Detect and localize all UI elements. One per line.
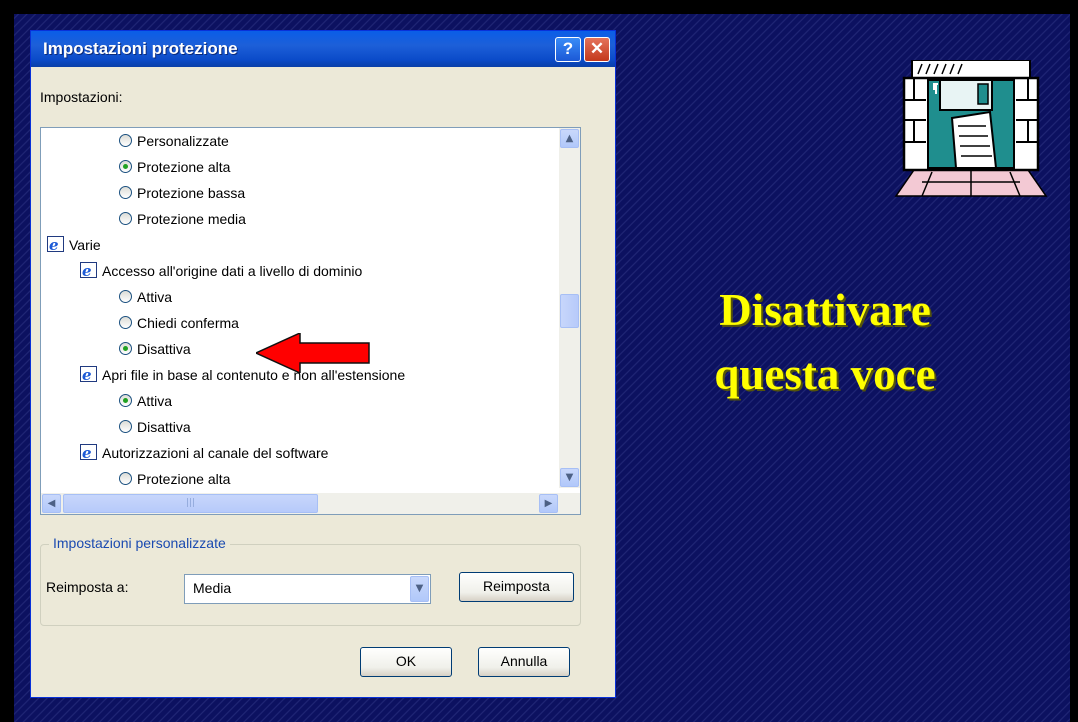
internet-explorer-icon: e xyxy=(47,236,64,254)
chevron-down-icon[interactable]: ▼ xyxy=(410,576,429,602)
tree-item-label: Protezione alta xyxy=(137,159,231,175)
headline-line-2: questa voce xyxy=(714,349,936,399)
reset-level-select[interactable]: Media ▼ xyxy=(184,574,431,604)
headline-line-1: Disattivare xyxy=(719,285,931,335)
scroll-up-icon[interactable]: ▲ xyxy=(560,129,579,148)
tree-item-label: Accesso all'origine dati a livello di do… xyxy=(102,263,363,279)
slide-frame-top xyxy=(0,0,1078,14)
radio-unchecked-icon xyxy=(119,186,132,199)
ok-button[interactable]: OK xyxy=(360,647,452,677)
scroll-down-icon[interactable]: ▼ xyxy=(560,468,579,487)
tree-item-label: Attiva xyxy=(137,393,173,409)
tree-item-label: Varie xyxy=(69,237,101,253)
help-button[interactable]: ? xyxy=(555,37,581,62)
radio-unchecked-icon xyxy=(119,212,132,225)
tree-item-label: Disattiva xyxy=(137,419,191,435)
slide-frame-left xyxy=(0,0,14,722)
horizontal-scroll-thumb[interactable]: ||| xyxy=(63,494,318,513)
scroll-left-icon[interactable]: ◀ xyxy=(42,494,61,513)
settings-label: Impostazioni: xyxy=(40,89,123,105)
instruction-headline: Disattivare questa voce xyxy=(640,278,1010,406)
close-button[interactable]: ✕ xyxy=(584,37,610,62)
internet-explorer-icon: e xyxy=(80,444,97,462)
tree-item-label: Attiva xyxy=(137,289,173,305)
radio-checked-icon xyxy=(119,160,132,173)
radio-unchecked-icon xyxy=(119,420,132,433)
radio-unchecked-icon xyxy=(119,290,132,303)
custom-settings-legend: Impostazioni personalizzate xyxy=(49,535,230,551)
vertical-scrollbar[interactable]: ▲ ▼ xyxy=(559,128,580,488)
reset-level-value: Media xyxy=(193,580,232,596)
tree-item-label: Autorizzazioni al canale del software xyxy=(102,445,329,461)
tree-item-label: Personalizzate xyxy=(137,133,229,149)
internet-explorer-icon: e xyxy=(80,262,97,280)
settings-tree-list[interactable]: Protezione alta e Autorizzazioni al canale… xyxy=(40,127,581,515)
radio-unchecked-icon xyxy=(119,134,132,147)
red-arrow-icon xyxy=(256,333,370,373)
radio-checked-icon xyxy=(119,342,132,355)
reset-button[interactable]: Reimposta xyxy=(459,572,574,602)
tree-item-label: Disattiva xyxy=(137,341,191,357)
vertical-scroll-thumb[interactable] xyxy=(560,294,579,328)
reset-to-label: Reimposta a: xyxy=(46,579,129,595)
tree-item-label: Protezione alta xyxy=(137,471,231,487)
cancel-button[interactable]: Annulla xyxy=(478,647,570,677)
tree-item-label: Protezione bassa xyxy=(137,185,246,201)
internet-explorer-icon: e xyxy=(80,366,97,384)
tree-item-label: Protezione media xyxy=(137,211,246,227)
scroll-right-icon[interactable]: ▶ xyxy=(539,494,558,513)
radio-unchecked-icon xyxy=(119,472,132,485)
slide-frame-right xyxy=(1070,0,1078,722)
radio-unchecked-icon xyxy=(119,316,132,329)
dialog-titlebar[interactable]: Impostazioni protezione ? ✕ xyxy=(31,31,615,67)
tree-item-label: Chiedi conferma xyxy=(137,315,239,331)
dialog-title: Impostazioni protezione xyxy=(43,39,238,58)
radio-checked-icon xyxy=(119,394,132,407)
custom-settings-group: Impostazioni personalizzate Reimposta a:… xyxy=(40,535,581,626)
horizontal-scrollbar[interactable]: ◀ ||| ▶ xyxy=(41,493,580,514)
floppy-disk-castle-gate-icon xyxy=(894,60,1048,197)
